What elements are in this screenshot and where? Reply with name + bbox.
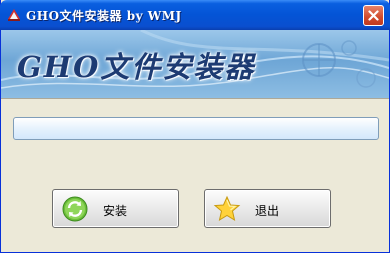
window-title: GHO文件安装器 by WMJ [26,9,182,23]
close-icon [368,10,379,21]
close-button[interactable] [363,5,384,26]
header-banner: GHO文件安装器 [1,30,389,98]
title-bar[interactable]: GHO文件安装器 by WMJ [0,0,390,30]
star-icon [213,195,241,222]
banner-title: GHO文件安装器 [17,50,256,84]
installer-window: GHO文件安装器 by WMJ GHO文件安装器 安装 退出 [0,0,390,253]
progress-bar [13,117,379,140]
exit-button-label: 退出 [255,204,280,218]
app-logo-icon [8,9,20,21]
install-button[interactable]: 安装 [52,189,179,228]
divider [1,98,389,99]
refresh-icon [62,196,88,222]
exit-button[interactable]: 退出 [204,189,331,228]
install-button-label: 安装 [103,204,128,218]
